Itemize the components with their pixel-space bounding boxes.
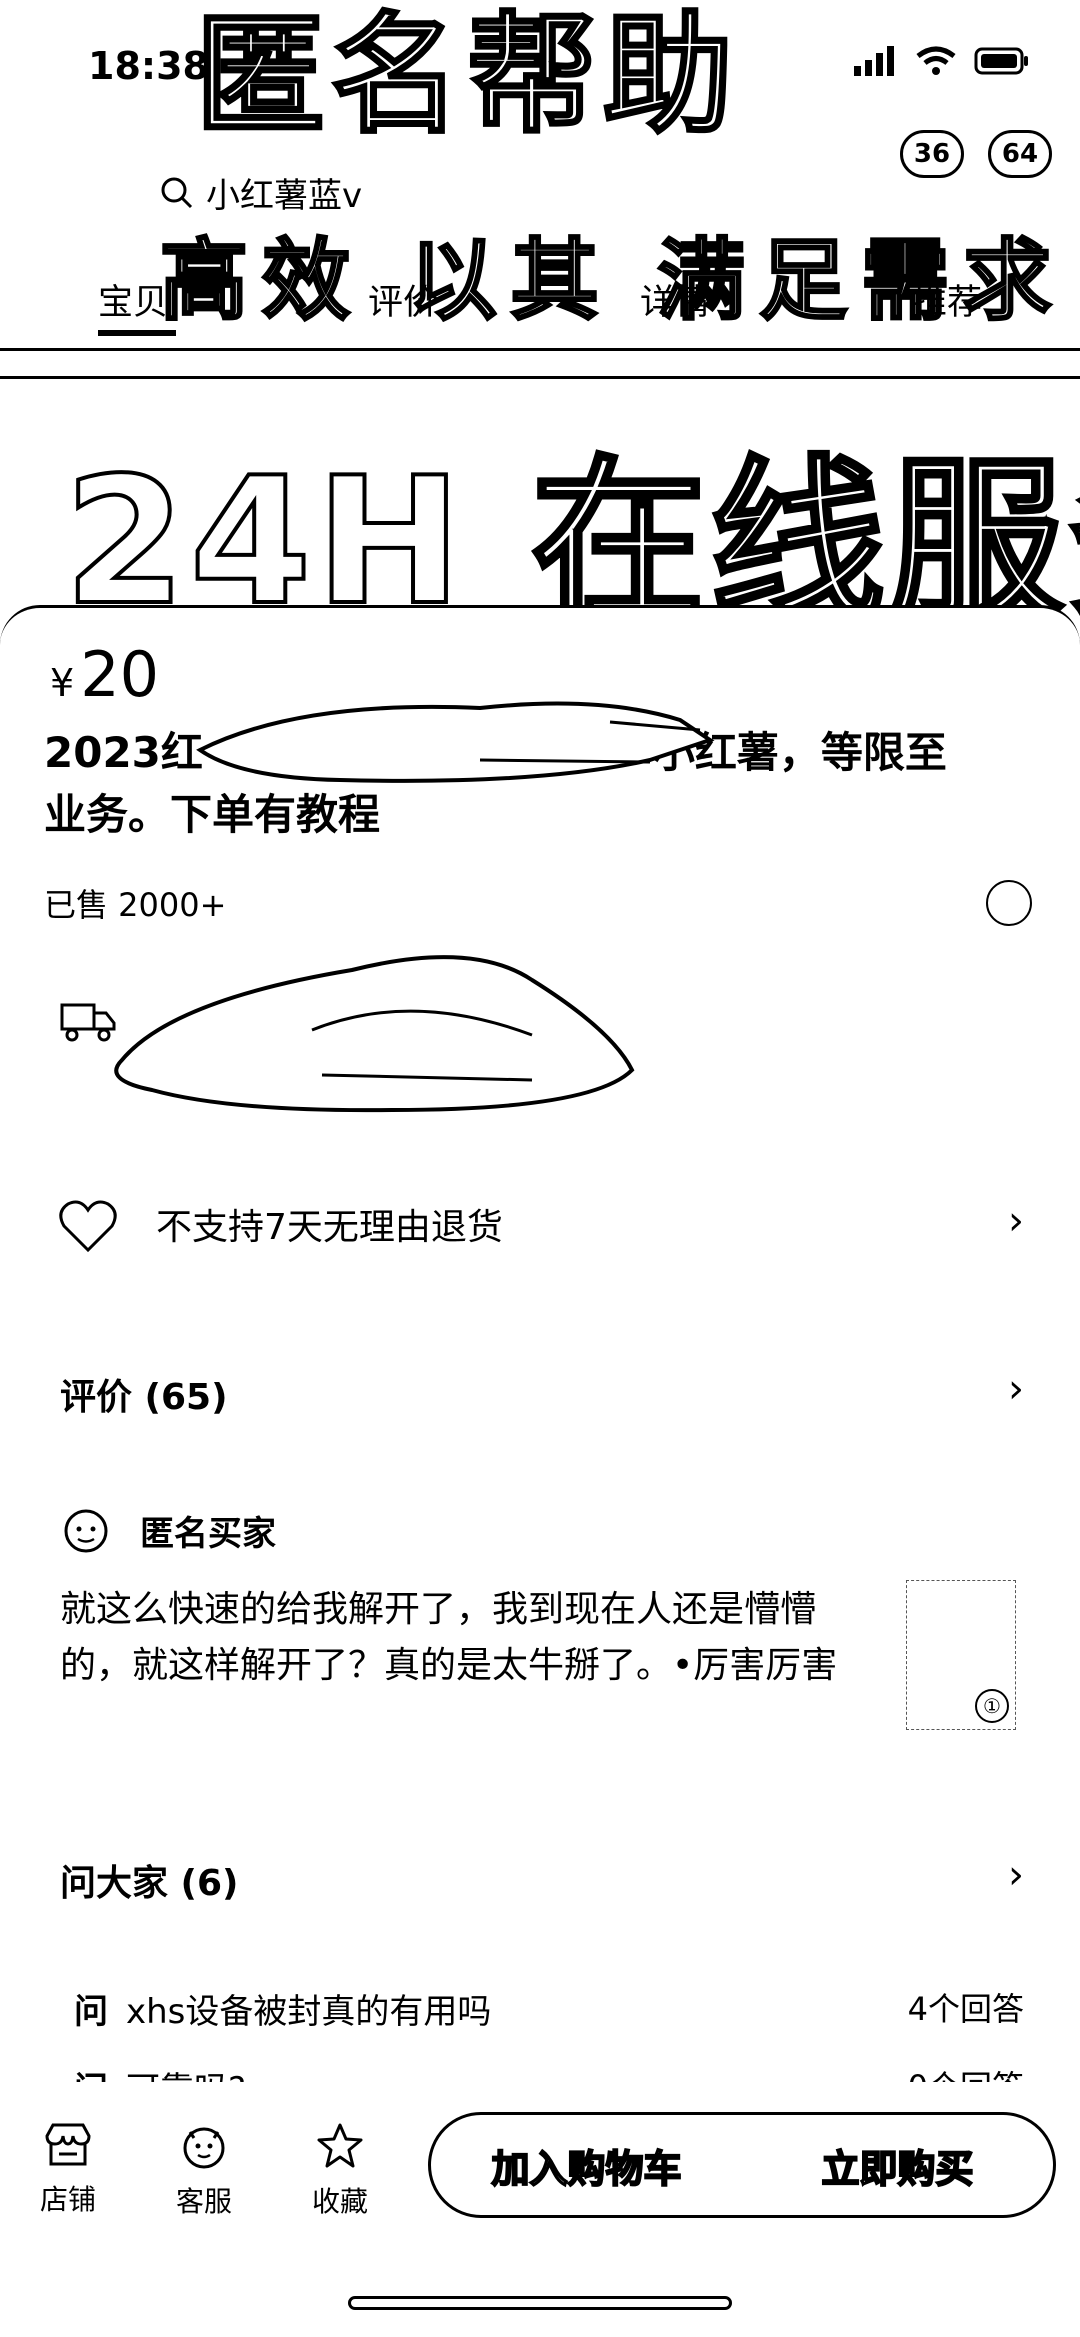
bottom-bar: 店铺 客服 收藏 加入购物车 立即购买 [0, 2082, 1080, 2242]
battery-icon [974, 47, 1028, 75]
header-divider [0, 348, 1080, 351]
signal-icon [854, 46, 894, 76]
qa-row[interactable]: 问大家 (6) › [0, 1832, 1080, 1922]
chevron-right-icon: › [1008, 1852, 1024, 1898]
avatar[interactable] [986, 880, 1032, 926]
redaction-scribble-2 [114, 955, 635, 1113]
qa-header: 问大家 (6) [60, 1863, 239, 1904]
redaction-scribble [196, 701, 715, 783]
qa-answer-count: 4个回答 [907, 1990, 1024, 2028]
reviews-row[interactable]: 评价 (65) › [0, 1348, 1080, 1438]
header-divider-2 [0, 376, 1080, 379]
chevron-right-icon: › [1008, 1366, 1024, 1412]
service-icon [183, 2127, 225, 2169]
service-label: 客服 [175, 2185, 232, 2218]
tab-bar: 宝贝 评价 详情 推荐 [0, 274, 1080, 330]
status-time: 18:38 [88, 44, 209, 88]
count-badge-2[interactable]: 64 [988, 130, 1052, 178]
tab-details[interactable]: 详情 [640, 274, 710, 325]
add-to-cart-button[interactable]: 加入购物车 [431, 2115, 742, 2215]
thumb-count: ① [975, 1689, 1009, 1723]
qa-item[interactable]: 问 xhs设备被封真的有用吗 4个回答 [0, 1984, 1080, 2044]
price-symbol: ¥ [50, 661, 75, 705]
chevron-right-icon: › [1008, 1198, 1024, 1244]
return-policy-row[interactable]: 不支持7天无理由退货 › [0, 1180, 1080, 1270]
store-icon [45, 2123, 91, 2166]
count-badge-1[interactable]: 36 [900, 130, 964, 178]
price-value: 20 [80, 638, 160, 711]
shop-button[interactable]: 店铺 [18, 2122, 118, 2218]
product-page: 18:38 匿名帮助 36 64 小红薯蓝v 高效 以其 满足需求 宝贝 评价 … [0, 0, 1080, 2337]
banner-top-text: 匿名帮助 [193, 0, 740, 153]
service-button[interactable]: 客服 [154, 2122, 254, 2220]
tab-recommend[interactable]: 推荐 [912, 274, 982, 325]
active-tab-indicator [98, 330, 176, 336]
sold-count: 已售 2000+ [44, 886, 227, 924]
return-policy-label: 不支持7天无理由退货 [156, 1207, 503, 1248]
qa-marker: 问 [74, 1992, 108, 2032]
star-icon [317, 2123, 363, 2168]
price: ¥ 20 [50, 638, 159, 711]
reviewer-name: 匿名买家 [140, 1514, 276, 1554]
search-icon [161, 177, 193, 208]
shop-label: 店铺 [39, 2183, 96, 2216]
review-thumbnail[interactable]: ① [906, 1580, 1016, 1730]
favorite-button[interactable]: 收藏 [290, 2122, 390, 2220]
reviews-header: 评价 (65) [60, 1377, 228, 1418]
wifi-icon [916, 46, 956, 75]
home-indicator[interactable] [348, 2296, 732, 2310]
status-icons [854, 46, 1030, 76]
header-counters: 36 64 [900, 130, 1052, 178]
qa-question: xhs设备被封真的有用吗 [126, 1992, 492, 2032]
purchase-actions: 加入购物车 立即购买 [428, 2112, 1056, 2218]
buy-now-button[interactable]: 立即购买 [742, 2115, 1053, 2215]
avatar [64, 1509, 108, 1552]
favorite-label: 收藏 [311, 2185, 368, 2218]
review-text: 就这么快速的给我解开了，我到现在人还是懵懵的，就这样解开了？真的是太牛掰了。•厉… [60, 1589, 838, 1686]
heart-icon [59, 1200, 117, 1253]
reviewer: 匿名买家 [62, 1506, 276, 1555]
tab-item[interactable]: 宝贝 [98, 274, 168, 325]
tab-reviews[interactable]: 评价 [368, 274, 438, 325]
